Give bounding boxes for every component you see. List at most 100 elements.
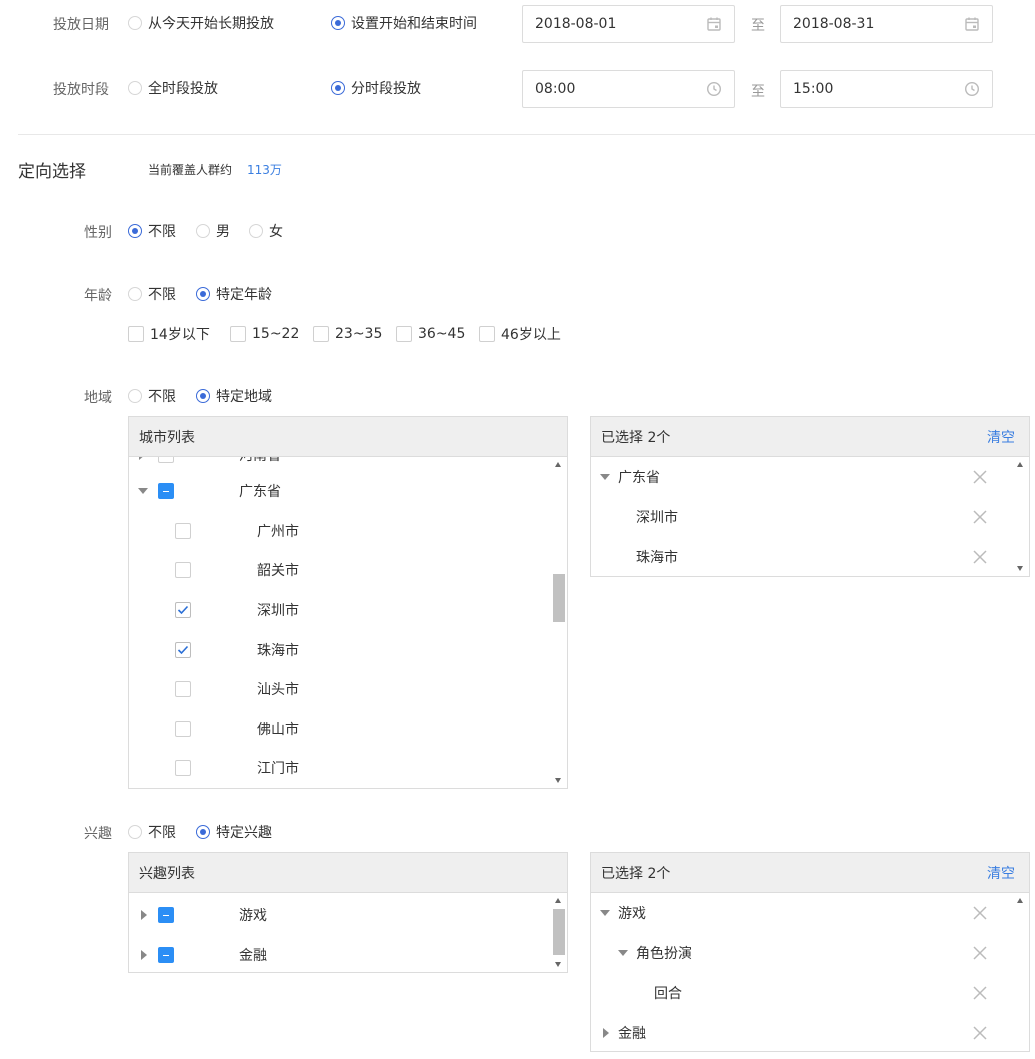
scroll-thumb[interactable]: [553, 909, 565, 955]
radio-date-range[interactable]: 设置开始和结束时间: [331, 13, 477, 33]
radio-indicator[interactable]: [128, 81, 142, 95]
end-time-value: 15:00: [793, 81, 834, 97]
checkbox-partial[interactable]: [158, 947, 174, 963]
radio-age-any[interactable]: 不限: [128, 284, 176, 304]
radio-indicator[interactable]: [196, 825, 210, 839]
tree-row-province[interactable]: 广东省: [129, 471, 535, 511]
selected-row-province: 广东省: [591, 457, 1013, 497]
checkbox[interactable]: [128, 326, 144, 342]
radio-interest-specific[interactable]: 特定兴趣: [196, 822, 272, 842]
tree-row-city[interactable]: 佛山市: [129, 709, 535, 749]
tree-row-city[interactable]: 广州市: [129, 511, 535, 551]
checkbox[interactable]: [175, 681, 191, 697]
radio-date-long-term[interactable]: 从今天开始长期投放: [128, 13, 274, 33]
remove-icon[interactable]: [973, 986, 987, 1000]
checkbox[interactable]: [175, 523, 191, 539]
radio-region-specific[interactable]: 特定地域: [196, 386, 272, 406]
checkbox-checked[interactable]: [175, 602, 191, 618]
radio-interest-any[interactable]: 不限: [128, 822, 176, 842]
end-date-input[interactable]: 2018-08-31: [780, 5, 993, 43]
remove-icon[interactable]: [973, 510, 987, 524]
checkbox-partial[interactable]: [158, 907, 174, 923]
selected-row-category: 游戏: [591, 893, 1013, 933]
region-clear-button[interactable]: 清空: [987, 427, 1015, 447]
interest-selected-scrollbar[interactable]: [1013, 893, 1029, 1051]
scroll-up-icon[interactable]: [555, 462, 561, 467]
region-selected-scrollbar[interactable]: [1013, 457, 1029, 576]
radio-indicator[interactable]: [249, 224, 263, 238]
radio-indicator[interactable]: [196, 224, 210, 238]
remove-icon[interactable]: [973, 1026, 987, 1040]
checkbox-checked[interactable]: [175, 642, 191, 658]
age-range-over-46[interactable]: 46岁以上: [479, 324, 561, 344]
checkbox[interactable]: [396, 326, 412, 342]
selected-label: 回合: [654, 986, 682, 1002]
remove-icon[interactable]: [973, 906, 987, 920]
radio-age-specific[interactable]: 特定年龄: [196, 284, 272, 304]
start-time-input[interactable]: 08:00: [522, 70, 735, 108]
scroll-up-icon[interactable]: [1017, 898, 1023, 903]
checkbox-partial[interactable]: [158, 483, 174, 499]
scroll-up-icon[interactable]: [1017, 462, 1023, 467]
expand-icon[interactable]: [141, 950, 147, 960]
expand-icon[interactable]: [141, 910, 147, 920]
radio-indicator[interactable]: [196, 287, 210, 301]
expand-icon[interactable]: [139, 457, 145, 460]
radio-gender-male[interactable]: 男: [196, 221, 230, 241]
checkbox[interactable]: [230, 326, 246, 342]
radio-indicator[interactable]: [331, 81, 345, 95]
start-date-input[interactable]: 2018-08-01: [522, 5, 735, 43]
selected-label: 深圳市: [636, 510, 678, 526]
age-range-under-14[interactable]: 14岁以下: [128, 324, 210, 344]
radio-label: 女: [269, 224, 283, 240]
radio-time-split[interactable]: 分时段投放: [331, 78, 421, 98]
collapse-icon[interactable]: [600, 474, 610, 480]
tree-row-city[interactable]: 珠海市: [129, 630, 535, 670]
scroll-down-icon[interactable]: [555, 962, 561, 967]
tree-row-city[interactable]: 韶关市: [129, 550, 535, 590]
radio-gender-female[interactable]: 女: [249, 221, 283, 241]
interest-list-scrollbar[interactable]: [551, 893, 567, 972]
expand-icon[interactable]: [603, 1028, 609, 1038]
remove-icon[interactable]: [973, 946, 987, 960]
scroll-thumb[interactable]: [553, 574, 565, 622]
radio-indicator[interactable]: [128, 389, 142, 403]
checkbox[interactable]: [175, 721, 191, 737]
scroll-up-icon[interactable]: [555, 898, 561, 903]
checkbox[interactable]: [175, 760, 191, 776]
radio-indicator[interactable]: [128, 16, 142, 30]
city-list-scrollbar[interactable]: [551, 457, 567, 788]
date-label: 投放日期: [53, 17, 109, 33]
checkbox[interactable]: [479, 326, 495, 342]
radio-indicator[interactable]: [331, 16, 345, 30]
collapse-icon[interactable]: [618, 950, 628, 956]
radio-indicator[interactable]: [128, 825, 142, 839]
tree-row-city[interactable]: 江门市: [129, 748, 535, 788]
tree-row-category[interactable]: 游戏: [129, 895, 551, 935]
radio-time-all[interactable]: 全时段投放: [128, 78, 218, 98]
collapse-icon[interactable]: [600, 910, 610, 916]
remove-icon[interactable]: [973, 470, 987, 484]
radio-gender-any[interactable]: 不限: [128, 221, 176, 241]
checkbox[interactable]: [313, 326, 329, 342]
age-range-15-22[interactable]: 15~22: [230, 324, 299, 344]
radio-indicator[interactable]: [196, 389, 210, 403]
age-range-36-45[interactable]: 36~45: [396, 324, 465, 344]
radio-indicator[interactable]: [128, 287, 142, 301]
radio-region-any[interactable]: 不限: [128, 386, 176, 406]
end-time-input[interactable]: 15:00: [780, 70, 993, 108]
radio-indicator[interactable]: [128, 224, 142, 238]
scroll-down-icon[interactable]: [555, 778, 561, 783]
age-range-23-35[interactable]: 23~35: [313, 324, 382, 344]
checkbox-label: 23~35: [335, 326, 383, 342]
tree-row-category[interactable]: 金融: [129, 935, 551, 972]
tree-row-city[interactable]: 汕头市: [129, 669, 535, 709]
checkbox[interactable]: [175, 562, 191, 578]
remove-icon[interactable]: [973, 550, 987, 564]
collapse-icon[interactable]: [138, 488, 148, 494]
checkbox[interactable]: [158, 457, 174, 463]
time-to-label: 至: [751, 84, 765, 100]
interest-clear-button[interactable]: 清空: [987, 863, 1015, 883]
tree-row-city[interactable]: 深圳市: [129, 590, 535, 630]
scroll-down-icon[interactable]: [1017, 566, 1023, 571]
